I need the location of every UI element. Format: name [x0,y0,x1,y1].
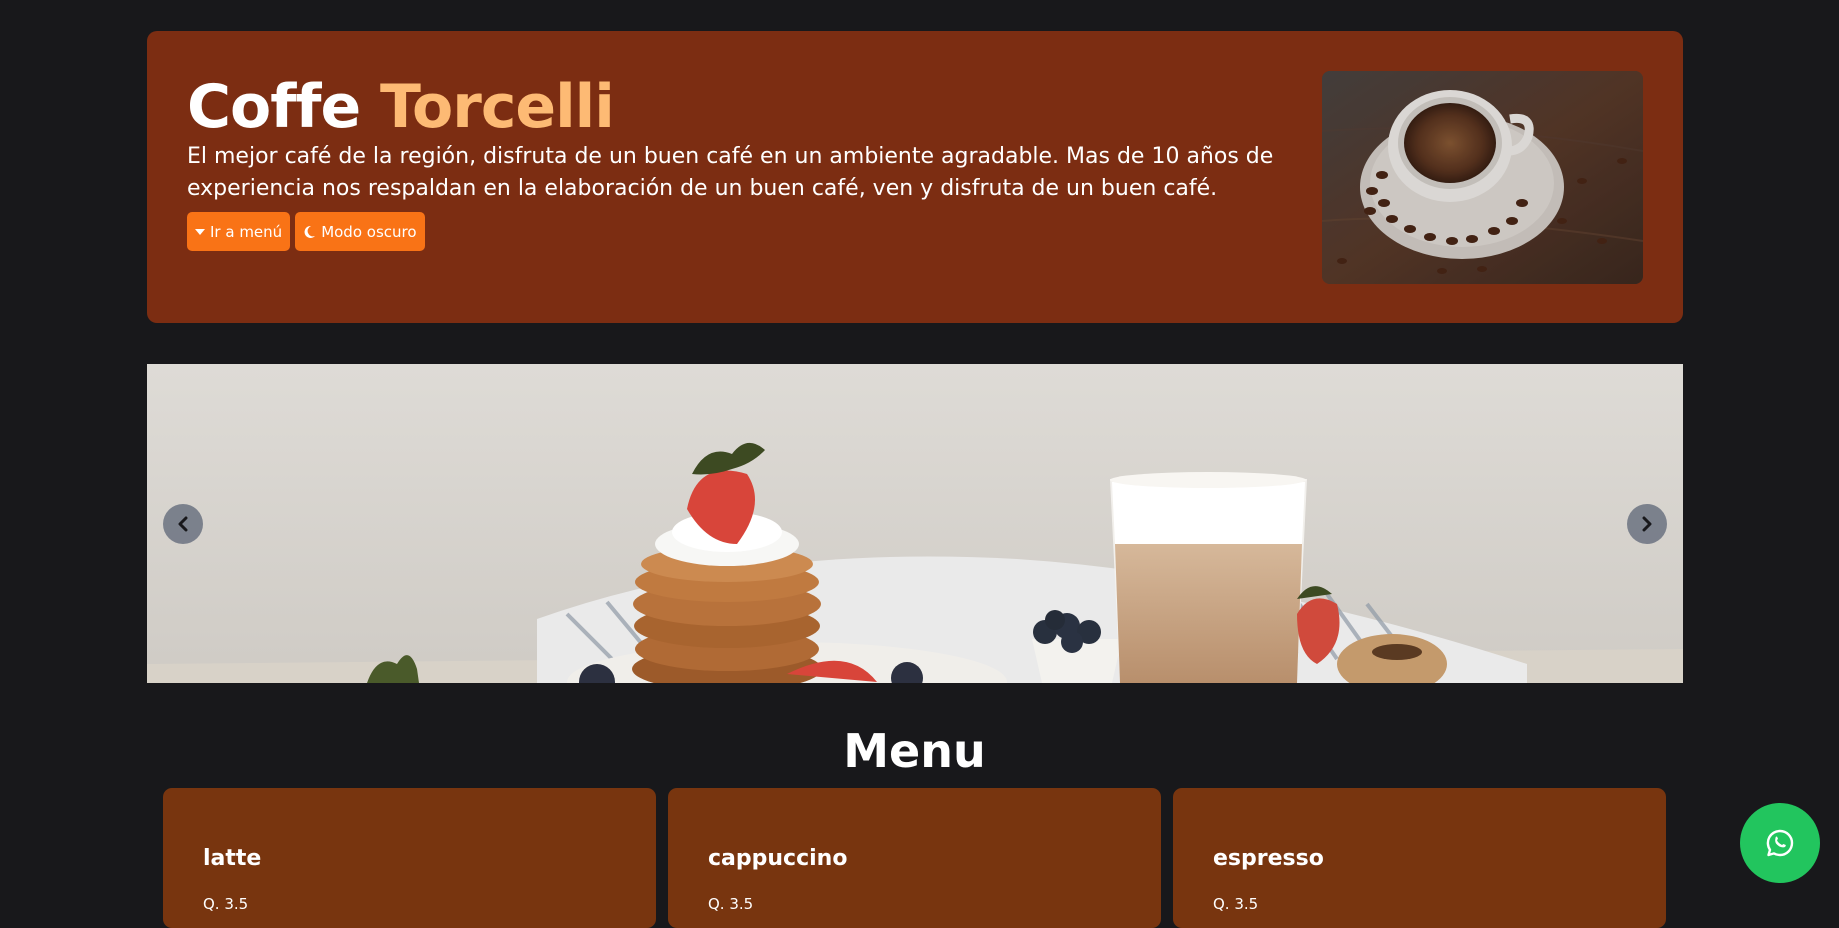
chevron-left-icon [176,516,190,532]
hero-banner: Coffe Torcelli El mejor café de la regió… [147,31,1683,323]
menu-item-price: Q. 3.5 [1213,895,1259,913]
chevron-right-icon [1640,516,1654,532]
carousel-slide-image [147,364,1683,683]
site-title: Coffe Torcelli [187,71,615,143]
go-to-menu-label: Ir a menú [210,222,283,241]
menu-item-name: latte [203,846,262,871]
carousel-next-button[interactable] [1627,504,1667,544]
menu-item-name: cappuccino [708,846,848,871]
dark-mode-label: Modo oscuro [321,222,417,241]
dark-mode-button[interactable]: Modo oscuro [295,212,425,251]
menu-item-name: espresso [1213,846,1324,871]
hero-actions: Ir a menú Modo oscuro [187,212,425,251]
menu-item-card[interactable]: espresso Q. 3.5 [1173,788,1666,928]
menu-item-price: Q. 3.5 [708,895,754,913]
menu-item-price: Q. 3.5 [203,895,249,913]
site-title-first: Coffe [187,72,361,142]
menu-section-title: Menu [843,724,986,778]
menu-item-card[interactable]: latte Q. 3.5 [163,788,656,928]
hero-description: El mejor café de la región, disfruta de … [187,144,1274,201]
coffee-cup-image [1322,71,1643,284]
menu-grid: latte Q. 3.5 cappuccino Q. 3.5 espresso … [163,788,1666,928]
whatsapp-button[interactable] [1740,803,1820,883]
whatsapp-icon [1765,828,1795,858]
image-carousel [147,364,1683,683]
caret-down-icon [195,228,205,236]
carousel-prev-button[interactable] [163,504,203,544]
moon-icon [303,225,316,239]
menu-item-card[interactable]: cappuccino Q. 3.5 [668,788,1161,928]
site-title-accent: Torcelli [380,72,615,142]
go-to-menu-button[interactable]: Ir a menú [187,212,291,251]
